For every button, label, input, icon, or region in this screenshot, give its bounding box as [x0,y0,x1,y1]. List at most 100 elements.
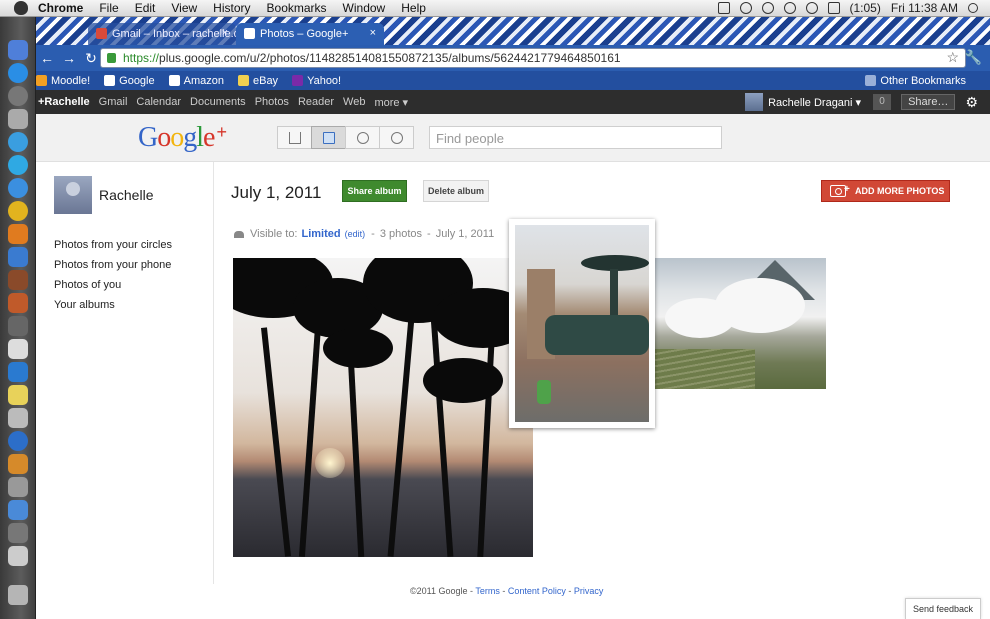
logo-letter: o [170,122,184,153]
gear-icon[interactable]: ⚙ [965,94,978,111]
bookmark-ebay[interactable]: eBay [237,75,278,87]
tab-gmail-close-icon[interactable]: × [222,27,228,39]
wrench-icon[interactable]: 🔧 [965,49,982,66]
address-bar[interactable]: https://plus.google.com/u/2/photos/11482… [100,48,966,68]
reload-icon[interactable]: ↻ [80,50,102,67]
app-icon-11[interactable] [8,523,28,543]
stickies-icon[interactable] [8,385,28,405]
trash-icon[interactable] [8,585,28,605]
menu-history[interactable]: History [213,1,250,15]
app-icon-1[interactable] [8,270,28,290]
bluetooth-icon[interactable] [783,2,796,14]
menu-view[interactable]: View [171,1,197,15]
gbar-link-documents[interactable]: Documents [190,96,246,108]
word-icon[interactable] [8,247,28,267]
add-more-photos-button[interactable]: + ADD MORE PHOTOS [821,180,950,202]
gbar-link-calendar[interactable]: Calendar [136,96,181,108]
bookmark-moodle[interactable]: Moodle! [36,75,90,87]
forward-arrow-icon[interactable]: → [58,50,80,66]
bookmark-amazon[interactable]: Amazon [168,74,224,87]
sidebar-item-phone[interactable]: Photos from your phone [54,258,172,278]
user-avatar[interactable] [745,93,764,111]
preview-icon[interactable] [8,109,28,129]
sidebar-item-photos-of-you[interactable]: Photos of you [54,278,172,298]
screen-icon[interactable] [717,2,730,14]
other-bookmarks[interactable]: Other Bookmarks [865,75,966,87]
apple-icon[interactable] [14,1,28,15]
notification-count[interactable]: 0 [873,94,892,110]
user-name-menu[interactable]: Rachelle Dragani ▾ [768,96,861,109]
itunes-icon[interactable] [8,132,28,152]
volume-icon[interactable] [827,2,840,14]
tab-photos-close-icon[interactable]: × [370,27,376,39]
visibility-link[interactable]: Limited [302,228,341,240]
spotlight-icon[interactable] [968,3,978,13]
battery-status[interactable]: (1:05) [850,1,881,15]
gbar-link-gmail[interactable]: Gmail [99,96,128,108]
nav-profile[interactable] [345,126,380,149]
sidebar-item-circles[interactable]: Photos from your circles [54,238,172,258]
person-figure [537,380,551,404]
photo-palm-trees-sunset[interactable] [233,258,533,557]
logo-letter: o [157,122,171,153]
time-machine-icon[interactable] [761,2,774,14]
app-store-icon[interactable] [8,63,28,83]
profile-avatar[interactable] [54,176,92,214]
pages-icon[interactable] [8,224,28,244]
find-people-input[interactable]: Find people [429,126,722,149]
footer-terms-link[interactable]: Terms [475,586,500,596]
menu-help[interactable]: Help [401,1,426,15]
share-button[interactable]: Share… [901,94,956,110]
app-icon-2[interactable] [8,293,28,313]
bookmark-label: Amazon [183,74,224,87]
menu-bookmarks[interactable]: Bookmarks [267,1,327,15]
photo-fountain-cusco-frame[interactable] [509,219,655,428]
tab-photos[interactable]: Photos – Google+ × [236,23,384,45]
delete-album-button[interactable]: Delete album [423,180,489,202]
app-icon-12[interactable] [8,546,28,566]
chrome-icon[interactable] [8,201,28,221]
gbar-link-photos[interactable]: Photos [255,96,289,108]
nav-home[interactable] [277,126,312,149]
gbar-link-web[interactable]: Web [343,96,365,108]
menu-edit[interactable]: Edit [135,1,156,15]
finder-icon[interactable] [8,40,28,60]
google-plus-logo[interactable]: Google + [138,122,227,154]
bookmark-star-icon[interactable]: ☆ [946,49,959,66]
app-icon-10[interactable] [8,500,28,520]
app-icon-8[interactable] [8,454,28,474]
photo-machu-picchu[interactable] [655,258,826,389]
menu-window[interactable]: Window [343,1,386,15]
edit-visibility-link[interactable]: (edit) [345,229,366,239]
app-icon-4[interactable] [8,339,28,359]
bookmark-google[interactable]: Google [104,75,155,87]
gbar-link-more[interactable]: more ▾ [374,96,408,109]
sidebar-item-your-albums[interactable]: Your albums [54,298,172,318]
app-icon-7[interactable] [8,431,28,451]
share-album-button[interactable]: Share album [342,180,407,202]
menu-file[interactable]: File [99,1,118,15]
app-icon-9[interactable] [8,477,28,497]
nav-photos[interactable] [311,126,346,149]
clock[interactable]: Fri 11:38 AM [891,1,958,15]
nav-circles[interactable] [379,126,414,149]
send-feedback-button[interactable]: Send feedback [905,598,981,619]
back-arrow-icon[interactable]: ← [36,50,58,66]
skype-icon[interactable] [8,155,28,175]
app-icon-6[interactable] [8,408,28,428]
gbar-link-reader[interactable]: Reader [298,96,334,108]
tab-gmail[interactable]: Gmail – Inbox – rachelle.dr × [88,23,236,45]
logo-plus: + [216,122,226,142]
app-icon-3[interactable] [8,316,28,336]
sync-icon[interactable] [739,2,752,14]
app-icon-5[interactable] [8,362,28,382]
gbar-link-profile[interactable]: +Rachelle [38,96,90,108]
footer-content-policy-link[interactable]: Content Policy [508,586,566,596]
bookmark-yahoo[interactable]: Yahoo! [292,75,341,87]
dashboard-icon[interactable] [8,86,28,106]
wifi-icon[interactable] [805,2,818,14]
profile-name[interactable]: Rachelle [99,187,153,203]
menu-app-chrome[interactable]: Chrome [38,1,83,15]
safari-icon[interactable] [8,178,28,198]
footer-privacy-link[interactable]: Privacy [574,586,604,596]
